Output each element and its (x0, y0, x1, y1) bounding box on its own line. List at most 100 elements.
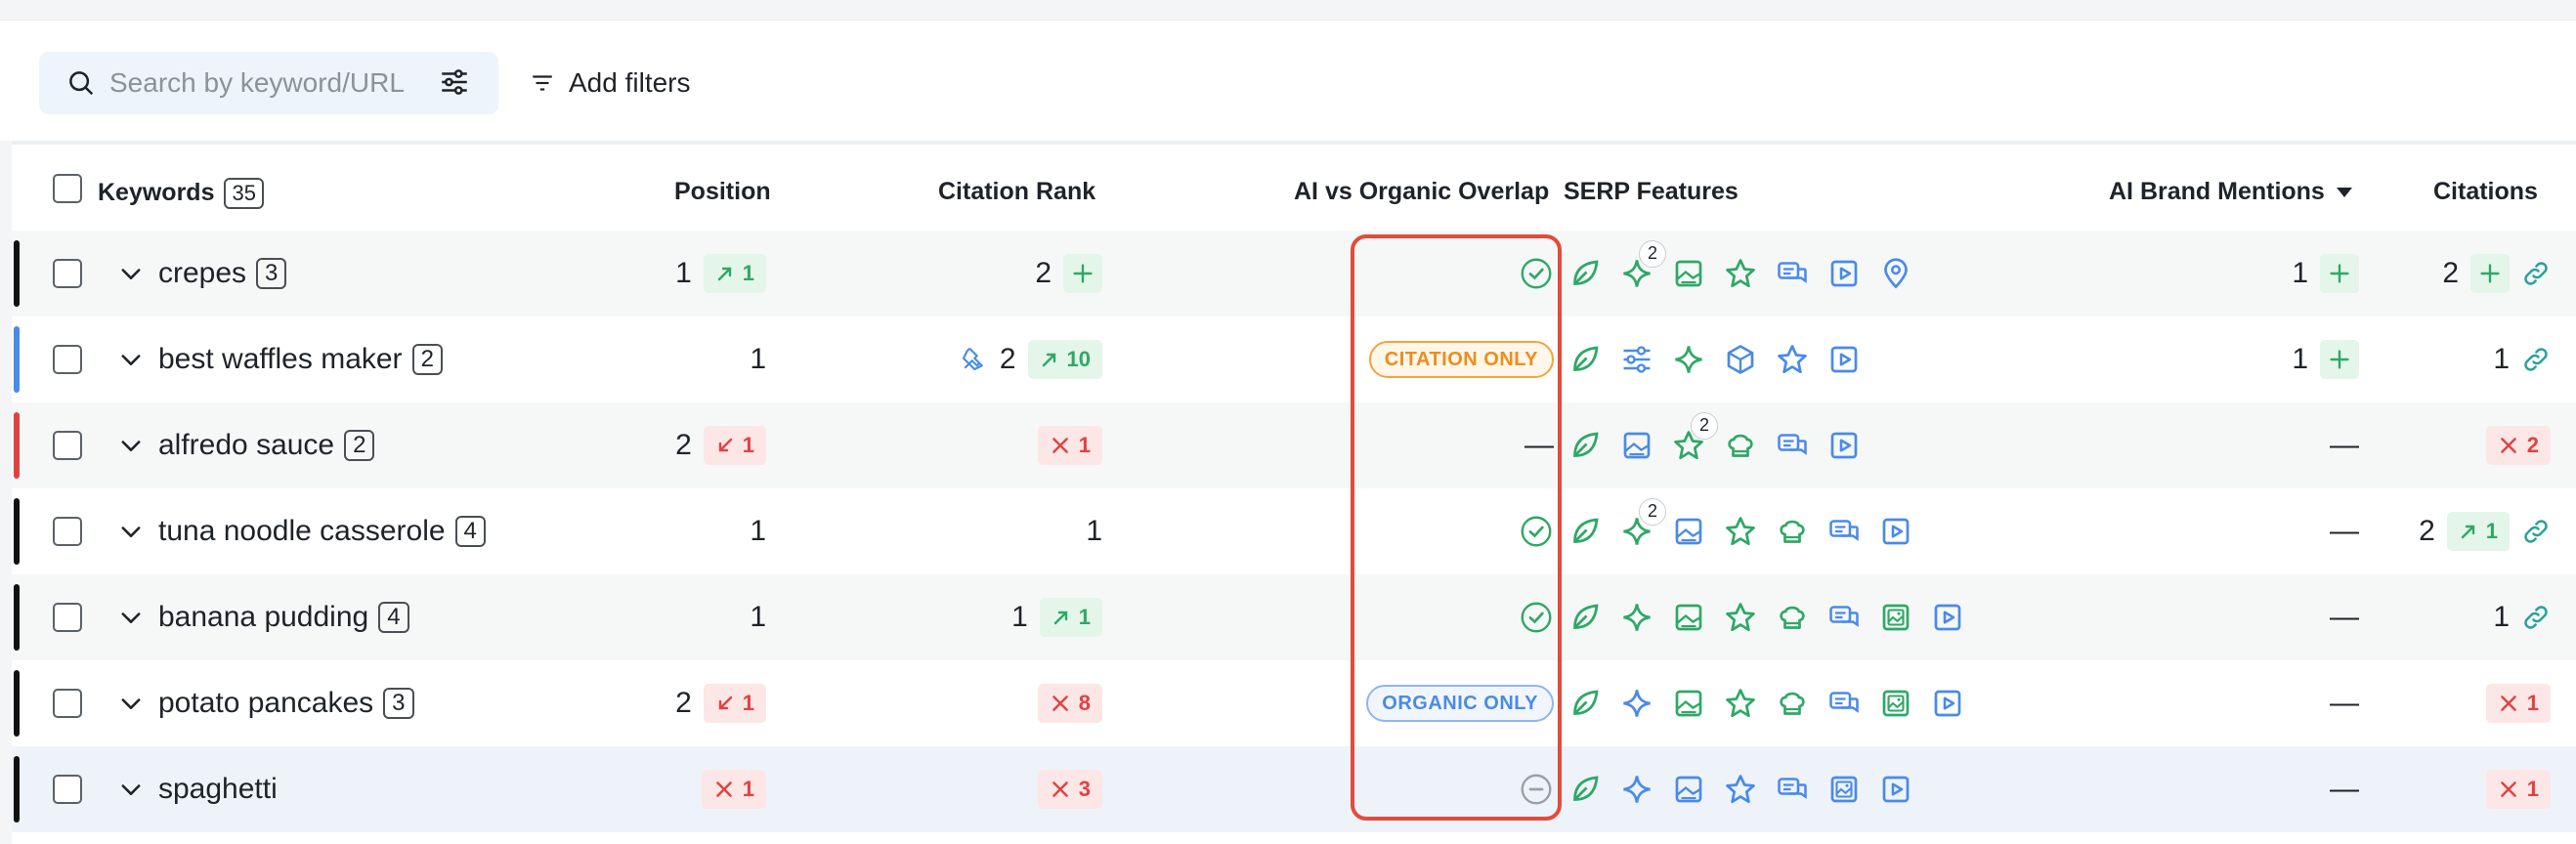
table-row[interactable]: tuna noodle casserole 4 1 1 2 — 21 (12, 488, 2576, 574)
search-input[interactable]: Search by keyword/URL (109, 67, 405, 99)
sparkle-icon[interactable]: 2 (1619, 498, 1666, 549)
gallery-icon[interactable] (1878, 600, 1913, 635)
select-all-checkbox[interactable] (53, 174, 82, 203)
row-checkbox[interactable] (53, 603, 82, 632)
keyword-label: crepes (158, 257, 247, 289)
chevron-down-icon[interactable] (117, 260, 145, 287)
gallery-icon[interactable] (1826, 772, 1862, 807)
link-icon[interactable] (2521, 345, 2551, 374)
keyword-cell[interactable]: spaghetti (158, 746, 278, 832)
table-row[interactable]: spaghetti 1 3 — 1 (12, 746, 2576, 832)
star-icon[interactable]: 2 (1671, 412, 1718, 463)
leaf-icon[interactable] (1567, 600, 1603, 635)
chef-hat-icon[interactable] (1775, 514, 1810, 549)
keyword-cell[interactable]: potato pancakes 3 (158, 660, 414, 746)
leaf-icon[interactable] (1567, 342, 1603, 377)
video-icon[interactable] (1878, 514, 1913, 549)
serp-features-column-header[interactable]: SERP Features (1564, 178, 1739, 206)
table-row[interactable]: banana pudding 4 1 11 — 1 (12, 574, 2576, 660)
chat-icon[interactable] (1826, 600, 1862, 635)
sliders-icon[interactable] (438, 65, 471, 99)
chat-icon[interactable] (1826, 686, 1862, 721)
leaf-icon[interactable] (1567, 686, 1603, 721)
table-row[interactable]: crepes 3 11 2 2 1 2 (12, 231, 2576, 316)
row-checkbox[interactable] (53, 517, 82, 546)
position-column-header[interactable]: Position (674, 178, 771, 206)
image-card-icon[interactable] (1671, 514, 1706, 549)
video-icon[interactable] (1826, 256, 1862, 291)
row-checkbox[interactable] (53, 431, 82, 460)
keywords-column-header[interactable]: Keywords 35 (98, 178, 264, 209)
serp-count-badge: 2 (1639, 498, 1666, 526)
chat-icon[interactable] (1826, 514, 1862, 549)
video-icon[interactable] (1878, 772, 1913, 807)
star-icon[interactable] (1723, 256, 1758, 291)
row-checkbox[interactable] (53, 259, 82, 288)
sort-desc-icon[interactable] (2336, 186, 2353, 199)
row-indicator-bar (14, 584, 20, 651)
chat-icon[interactable] (1775, 256, 1810, 291)
star-icon[interactable] (1723, 600, 1758, 635)
table-row[interactable]: potato pancakes 3 21 8 ORGANIC ONLY — 1 (12, 660, 2576, 746)
keyword-cell[interactable]: best waffles maker 2 (158, 316, 443, 402)
row-checkbox[interactable] (53, 689, 82, 718)
overlap-column-header[interactable]: AI vs Organic Overlap (1294, 178, 1549, 206)
sparkle-icon[interactable]: 2 (1619, 240, 1666, 291)
video-icon[interactable] (1930, 686, 1965, 721)
keyword-cell[interactable]: alfredo sauce 2 (158, 402, 375, 488)
new-icon (2480, 264, 2500, 283)
map-pin-icon[interactable] (1878, 256, 1913, 291)
chevron-down-icon[interactable] (117, 432, 145, 459)
chevron-down-icon[interactable] (117, 604, 145, 631)
keyword-cell[interactable]: banana pudding 4 (158, 574, 409, 660)
sparkle-icon[interactable] (1619, 772, 1654, 807)
row-checkbox[interactable] (53, 775, 82, 804)
mentions-new-badge (2320, 254, 2359, 293)
ai-brand-mentions-column-header[interactable]: AI Brand Mentions (2109, 178, 2353, 206)
chevron-down-icon[interactable] (117, 518, 145, 545)
chevron-down-icon[interactable] (117, 346, 145, 373)
table-row[interactable]: best waffles maker 2 1 2 10 CITATION ONLY… (12, 316, 2576, 402)
sparkle-icon[interactable] (1619, 600, 1654, 635)
link-icon[interactable] (2521, 259, 2551, 288)
citations-column-header[interactable]: Citations (2433, 178, 2538, 206)
chat-icon[interactable] (1775, 428, 1810, 463)
row-checkbox[interactable] (53, 345, 82, 374)
star-icon[interactable] (1723, 772, 1758, 807)
chef-hat-icon[interactable] (1775, 686, 1810, 721)
leaf-icon[interactable] (1567, 256, 1603, 291)
sliders-icon[interactable] (1619, 342, 1654, 377)
image-card-icon[interactable] (1619, 428, 1654, 463)
leaf-icon[interactable] (1567, 514, 1603, 549)
citation-rank-column-header[interactable]: Citation Rank (938, 178, 1095, 206)
chef-hat-icon[interactable] (1723, 428, 1758, 463)
add-filters-button[interactable]: Add filters (530, 63, 691, 103)
leaf-icon[interactable] (1567, 428, 1603, 463)
chef-hat-icon[interactable] (1775, 600, 1810, 635)
chevron-down-icon[interactable] (117, 690, 145, 717)
link-icon[interactable] (2521, 517, 2551, 546)
sparkle-icon[interactable] (1671, 342, 1706, 377)
keyword-cell[interactable]: tuna noodle casserole 4 (158, 488, 486, 574)
star-icon[interactable] (1723, 686, 1758, 721)
image-card-icon[interactable] (1671, 772, 1706, 807)
leaf-icon[interactable] (1567, 772, 1603, 807)
star-icon[interactable] (1775, 342, 1810, 377)
chat-icon[interactable] (1775, 772, 1810, 807)
search-box[interactable]: Search by keyword/URL (39, 52, 498, 114)
link-icon[interactable] (2521, 603, 2551, 632)
image-card-icon[interactable] (1671, 686, 1706, 721)
citation-rank-change-value: 1 (1078, 605, 1091, 629)
chevron-down-icon[interactable] (117, 776, 145, 803)
table-row[interactable]: alfredo sauce 2 21 1 — 2 — 2 (12, 402, 2576, 488)
video-icon[interactable] (1930, 600, 1965, 635)
star-icon[interactable] (1723, 514, 1758, 549)
image-card-icon[interactable] (1671, 600, 1706, 635)
keyword-cell[interactable]: crepes 3 (158, 231, 287, 316)
cube-icon[interactable] (1723, 342, 1758, 377)
video-icon[interactable] (1826, 342, 1862, 377)
image-card-icon[interactable] (1671, 256, 1706, 291)
sparkle-icon[interactable] (1619, 686, 1654, 721)
gallery-icon[interactable] (1878, 686, 1913, 721)
video-icon[interactable] (1826, 428, 1862, 463)
